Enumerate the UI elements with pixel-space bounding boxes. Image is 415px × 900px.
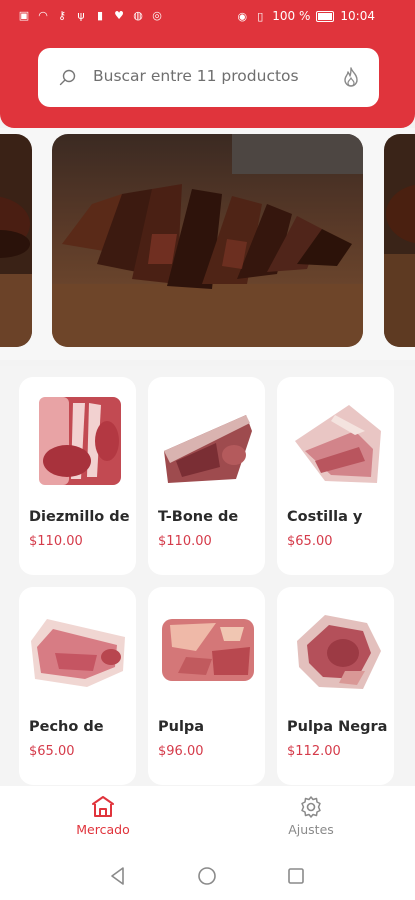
product-card[interactable]: Costilla y $65.00 (277, 377, 394, 575)
product-image (31, 619, 125, 687)
search-input[interactable]: Buscar entre 11 productos (93, 67, 299, 85)
carousel-slide-prev[interactable] (0, 134, 32, 347)
system-navigation-bar (0, 852, 415, 900)
product-image (295, 405, 381, 483)
product-card[interactable]: Pulpa Negra $112.00 (277, 587, 394, 785)
search-icon (59, 69, 76, 86)
gallery-icon: ▣ (18, 8, 30, 22)
header: Buscar entre 11 productos (0, 33, 415, 128)
product-image (162, 619, 254, 681)
product-card[interactable]: Pecho de $65.00 (19, 587, 136, 785)
home-icon[interactable] (197, 866, 217, 886)
key-icon: ⚷ (57, 8, 67, 22)
search-bar[interactable]: Buscar entre 11 productos (38, 48, 379, 107)
gear-icon (301, 796, 321, 818)
fire-icon[interactable] (339, 66, 363, 90)
carousel-slide-steak[interactable] (52, 134, 363, 347)
status-bar: ▣ ◠ ⚷ ψ ▮ ♥ ◍ ◎ ◉ ▯ 100 % 10:04 (0, 0, 415, 33)
messenger-icon: ◍ (133, 8, 143, 22)
battery-icon (316, 10, 335, 22)
back-icon[interactable] (108, 866, 128, 886)
store-icon (92, 796, 114, 817)
product-price: $110.00 (158, 534, 212, 549)
product-name: Costilla y (287, 509, 363, 525)
product-price: $110.00 (29, 534, 83, 549)
whatsapp-icon: ◎ (152, 8, 162, 22)
carousel-slide-next[interactable] (384, 134, 415, 347)
nav-label-mercado: Mercado (76, 822, 130, 837)
vibrate-icon: ▯ (257, 9, 264, 23)
product-price: $65.00 (29, 744, 75, 759)
product-name: Diezmillo de (29, 509, 130, 525)
product-card[interactable]: Pulpa $96.00 (148, 587, 265, 785)
product-price: $112.00 (287, 744, 341, 759)
product-card[interactable]: Diezmillo de $110.00 (19, 377, 136, 575)
sim-icon: ▮ (96, 8, 104, 22)
battery-percent: 100 % (272, 9, 311, 23)
product-image (39, 397, 121, 485)
nav-tab-ajustes[interactable]: Ajustes (261, 794, 361, 837)
product-image (297, 615, 381, 689)
product-name: Pulpa (158, 719, 205, 735)
banner-carousel[interactable] (0, 128, 415, 360)
app-screen: ▣ ◠ ⚷ ψ ▮ ♥ ◍ ◎ ◉ ▯ 100 % 10:04 Buscar e… (0, 0, 415, 900)
status-notifications: ▣ ◠ ⚷ ψ ▮ ♥ ◍ ◎ (18, 9, 163, 21)
product-name: Pulpa Negra (287, 719, 388, 735)
product-card[interactable]: T-Bone de $110.00 (148, 377, 265, 575)
heart-icon: ♥ (114, 8, 124, 22)
wifi-icon: ◠ (38, 8, 48, 22)
product-price: $96.00 (158, 744, 204, 759)
nav-label-ajustes: Ajustes (288, 822, 334, 837)
product-image (164, 415, 252, 483)
clock: 10:04 (340, 9, 375, 23)
product-name: Pecho de (29, 719, 104, 735)
product-price: $65.00 (287, 534, 333, 549)
nav-tab-mercado[interactable]: Mercado (53, 794, 153, 837)
product-name: T-Bone de (158, 509, 239, 525)
product-grid: Diezmillo de $110.00 T-Bone de $110.00 C… (0, 366, 415, 786)
recents-icon[interactable] (286, 866, 306, 886)
eye-icon: ◉ (237, 9, 248, 23)
bottom-navigation: Mercado Ajustes (0, 786, 415, 852)
status-system: ◉ ▯ 100 % 10:04 (236, 9, 375, 23)
usb-icon: ψ (77, 8, 85, 22)
